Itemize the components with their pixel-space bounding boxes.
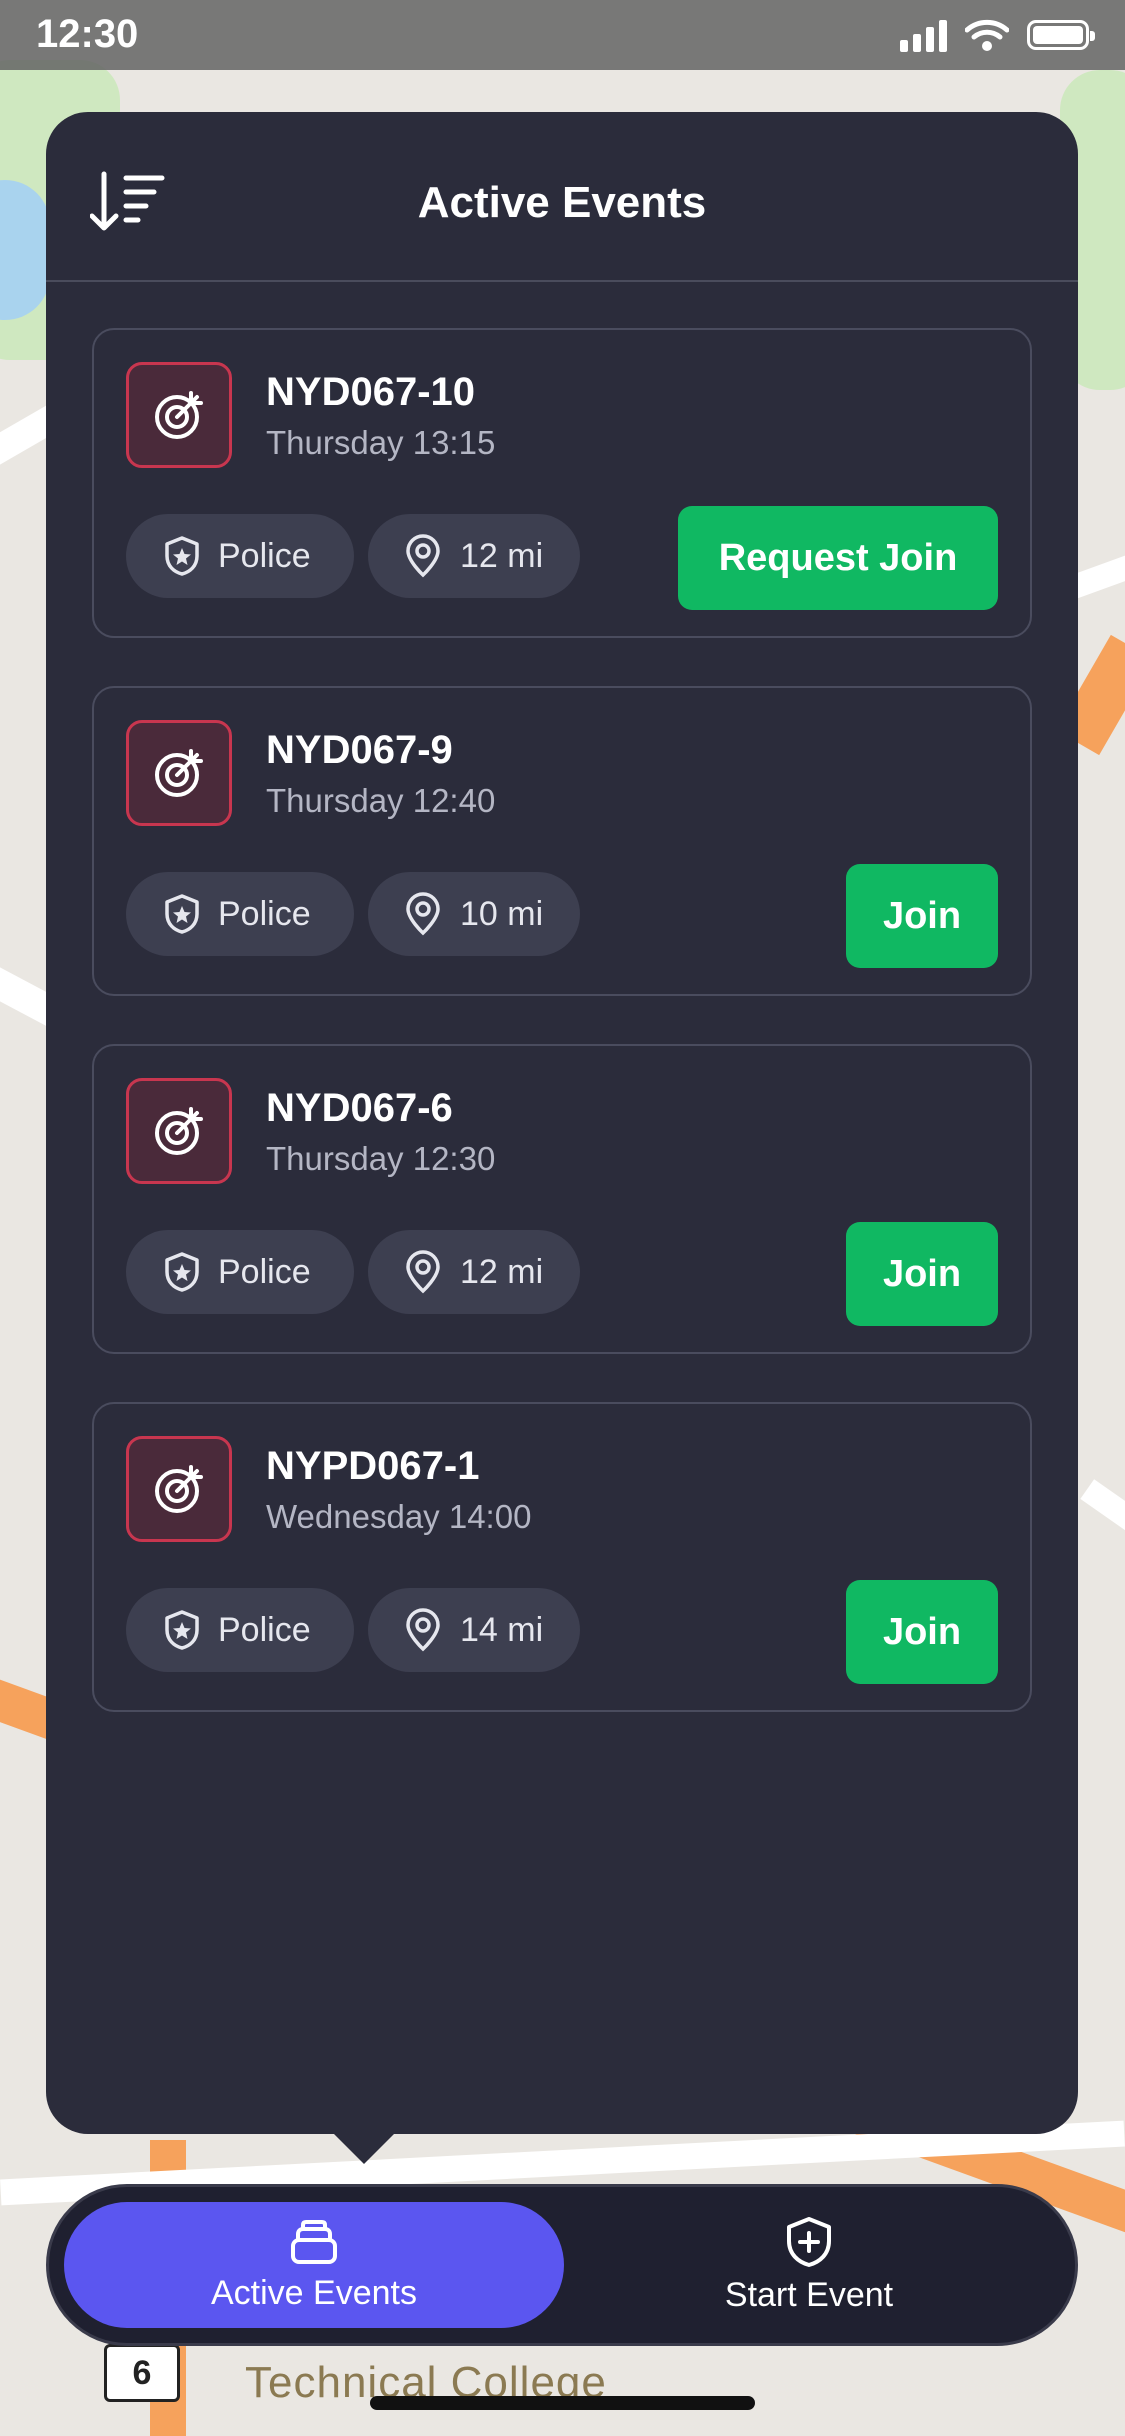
event-type-chip: Police [126,1230,354,1314]
tab-start-event[interactable]: Start Event [559,2202,1059,2328]
request-join-button[interactable]: Request Join [678,506,998,610]
event-distance-label: 12 mi [460,536,544,575]
route-shield: 6 [104,2344,180,2402]
join-button[interactable]: Join [846,1222,998,1326]
wifi-icon [965,19,1009,51]
event-card[interactable]: NYD067-10 Thursday 13:15 Police 12 mi Re… [92,328,1032,638]
event-type-label: Police [218,536,311,575]
stack-icon [291,2219,337,2264]
target-icon [126,1078,232,1184]
tab-active-events[interactable]: Active Events [64,2202,564,2328]
event-card[interactable]: NYPD067-1 Wednesday 14:00 Police 14 mi J… [92,1402,1032,1712]
event-distance-chip: 14 mi [368,1588,580,1672]
location-pin-icon [406,1608,440,1652]
police-badge-icon [165,1252,199,1292]
event-distance-chip: 10 mi [368,872,580,956]
event-name: NYD067-6 [266,1086,453,1130]
police-badge-icon [165,1610,199,1650]
event-type-label: Police [218,1610,311,1649]
cellular-signal-icon [900,18,947,52]
event-name: NYD067-9 [266,728,453,772]
event-distance-label: 10 mi [460,894,544,933]
event-type-label: Police [218,1252,311,1291]
event-name: NYPD067-1 [266,1444,480,1488]
event-distance-chip: 12 mi [368,1230,580,1314]
event-type-label: Police [218,894,311,933]
join-button[interactable]: Join [846,864,998,968]
event-card[interactable]: NYD067-9 Thursday 12:40 Police 10 mi Joi… [92,686,1032,996]
battery-icon [1027,20,1095,50]
target-icon [126,1436,232,1542]
status-icons [900,18,1095,52]
police-badge-icon [165,894,199,934]
panel-header: Active Events [46,112,1078,282]
event-type-chip: Police [126,1588,354,1672]
active-events-panel: Active Events NYD067-10 Thursday 13:15 P… [46,112,1078,2164]
police-badge-icon [165,536,199,576]
event-time: Thursday 13:15 [266,424,496,461]
panel-title: Active Events [417,178,707,227]
event-name: NYD067-10 [266,370,476,414]
panel-pointer [332,2132,396,2164]
home-indicator [370,2396,755,2410]
location-pin-icon [406,1250,440,1294]
event-distance-label: 12 mi [460,1252,544,1291]
event-distance-label: 14 mi [460,1610,544,1649]
event-card[interactable]: NYD067-6 Thursday 12:30 Police 12 mi Joi… [92,1044,1032,1354]
shield-plus-icon [787,2216,831,2267]
tab-active-events-label: Active Events [211,2273,417,2312]
event-distance-chip: 12 mi [368,514,580,598]
map-water [0,180,50,320]
event-type-chip: Police [126,872,354,956]
event-list: NYD067-10 Thursday 13:15 Police 12 mi Re… [92,328,1032,1760]
event-type-chip: Police [126,514,354,598]
location-pin-icon [406,892,440,936]
bottom-tab-bar: Active Events Start Event [46,2184,1078,2346]
tab-start-event-label: Start Event [724,2275,894,2314]
event-time: Thursday 12:40 [266,782,496,819]
status-time: 12:30 [36,12,139,56]
event-time: Thursday 12:30 [266,1140,496,1177]
event-time: Wednesday 14:00 [266,1498,532,1535]
target-icon [126,720,232,826]
location-pin-icon [406,534,440,578]
target-icon [126,362,232,468]
status-bar: 12:30 [0,0,1125,70]
join-button[interactable]: Join [846,1580,998,1684]
map-road [1080,1479,1125,1545]
